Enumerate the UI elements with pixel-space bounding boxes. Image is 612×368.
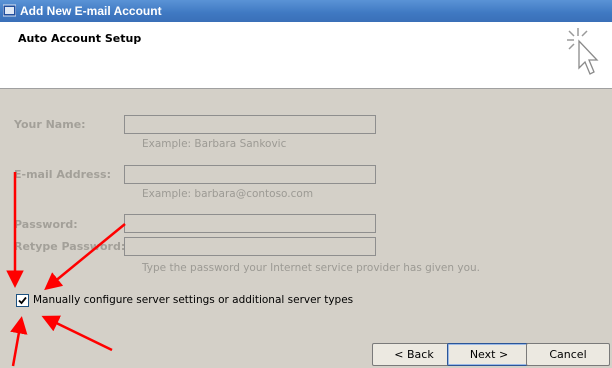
annotation-arrow-diagonal-upper xyxy=(44,223,126,291)
email-address-label: E-mail Address: xyxy=(14,168,111,181)
password-hint: Type the password your Internet service … xyxy=(142,262,480,274)
window-title: Add New E-mail Account xyxy=(20,4,162,18)
page-title: Auto Account Setup xyxy=(18,32,142,45)
manual-config-checkbox[interactable] xyxy=(16,294,29,307)
retype-password-input[interactable] xyxy=(124,237,376,256)
annotation-arrow-up xyxy=(10,316,28,367)
password-input[interactable] xyxy=(124,214,376,233)
your-name-label: Your Name: xyxy=(14,118,86,131)
your-name-input[interactable] xyxy=(124,115,376,134)
annotation-arrow-diagonal-lower xyxy=(41,315,113,352)
your-name-hint: Example: Barbara Sankovic xyxy=(142,138,287,150)
email-address-hint: Example: barbara@contoso.com xyxy=(142,188,314,200)
wizard-pointer-icon xyxy=(567,28,599,75)
email-address-input[interactable] xyxy=(124,165,376,184)
window-titlebar: Add New E-mail Account xyxy=(0,0,612,22)
outlook-app-icon xyxy=(3,4,16,17)
manual-config-label[interactable]: Manually configure server settings or ad… xyxy=(33,294,353,306)
next-button[interactable]: Next > xyxy=(447,343,531,366)
cancel-button[interactable]: Cancel xyxy=(526,343,610,366)
checkmark-icon xyxy=(18,296,27,305)
password-label: Password: xyxy=(14,218,78,231)
wizard-header: Auto Account Setup xyxy=(0,22,612,89)
back-button[interactable]: < Back xyxy=(372,343,456,366)
retype-password-label: Retype Password: xyxy=(14,240,126,253)
